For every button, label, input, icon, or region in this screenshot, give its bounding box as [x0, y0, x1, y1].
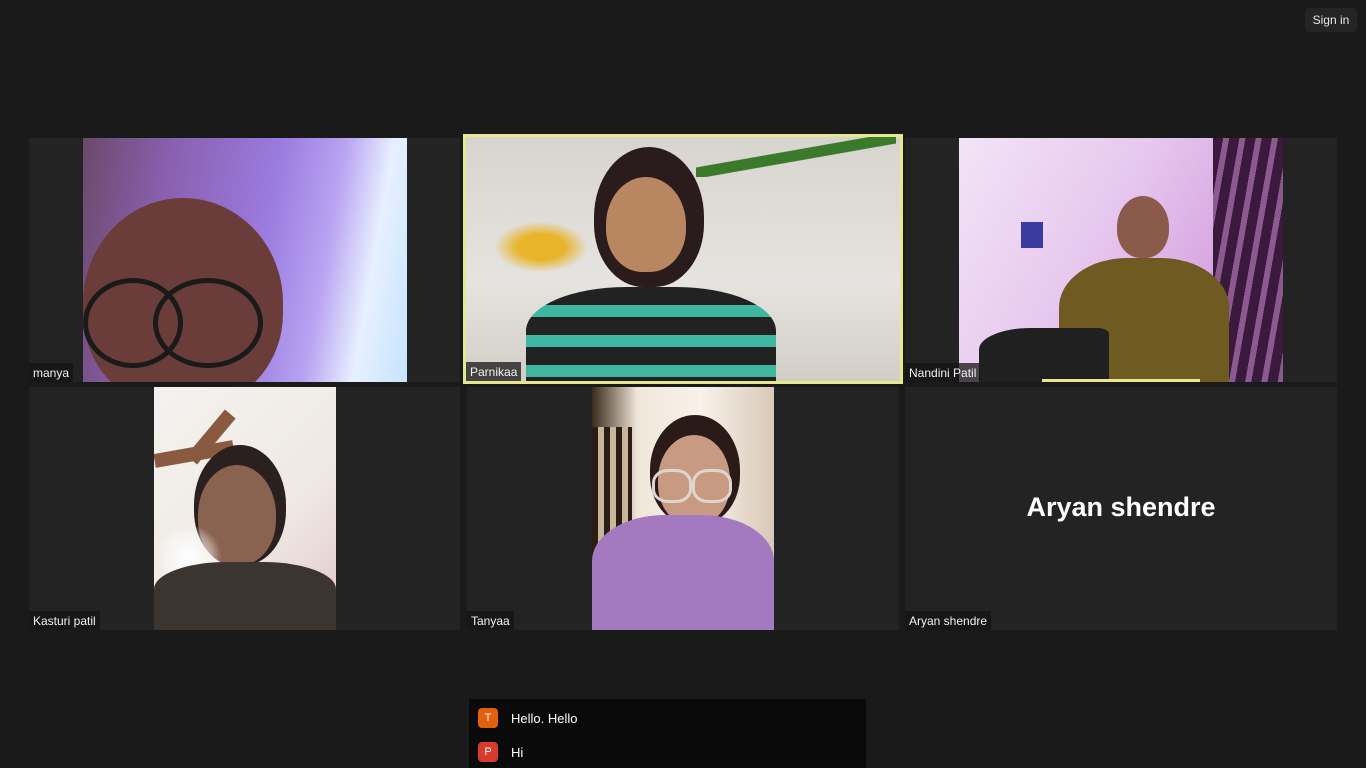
chat-message-text: Hi — [511, 744, 524, 760]
participant-name-label: Aryan shendre — [905, 611, 992, 630]
sign-in-button[interactable]: Sign in — [1305, 8, 1357, 32]
avatar: P — [478, 742, 498, 762]
participant-video — [466, 137, 900, 381]
participant-tile-aryan-shendre[interactable]: Aryan shendre Aryan shendre — [905, 387, 1337, 630]
participant-name-label: Parnikaa — [466, 362, 522, 381]
participant-tile-manya[interactable]: manya — [29, 138, 460, 382]
participant-tile-kasturi-patil[interactable]: Kasturi patil — [29, 387, 460, 630]
participant-name-label: manya — [29, 363, 74, 382]
participant-video — [83, 138, 407, 382]
chat-message: P Hi — [478, 742, 523, 762]
chat-message-text: Hello. Hello — [511, 710, 578, 726]
participant-video — [592, 387, 774, 630]
participant-display-name: Aryan shendre — [1026, 492, 1216, 522]
participant-video — [154, 387, 336, 630]
participant-video — [959, 138, 1283, 382]
participant-name-label: Tanyaa — [467, 611, 514, 630]
chat-preview[interactable]: T Hello. Hello P Hi — [469, 699, 866, 768]
participant-tile-parnikaa[interactable]: Parnikaa — [463, 134, 903, 384]
avatar: T — [478, 708, 498, 728]
audio-level-bar — [1042, 379, 1200, 382]
participant-tile-nandini-patil[interactable]: Nandini Patil — [905, 138, 1337, 382]
participant-name-label: Nandini Patil — [905, 363, 981, 382]
chat-message: T Hello. Hello — [478, 708, 577, 728]
participant-tile-tanyaa[interactable]: Tanyaa — [467, 387, 899, 630]
participant-name-label: Kasturi patil — [29, 611, 100, 630]
